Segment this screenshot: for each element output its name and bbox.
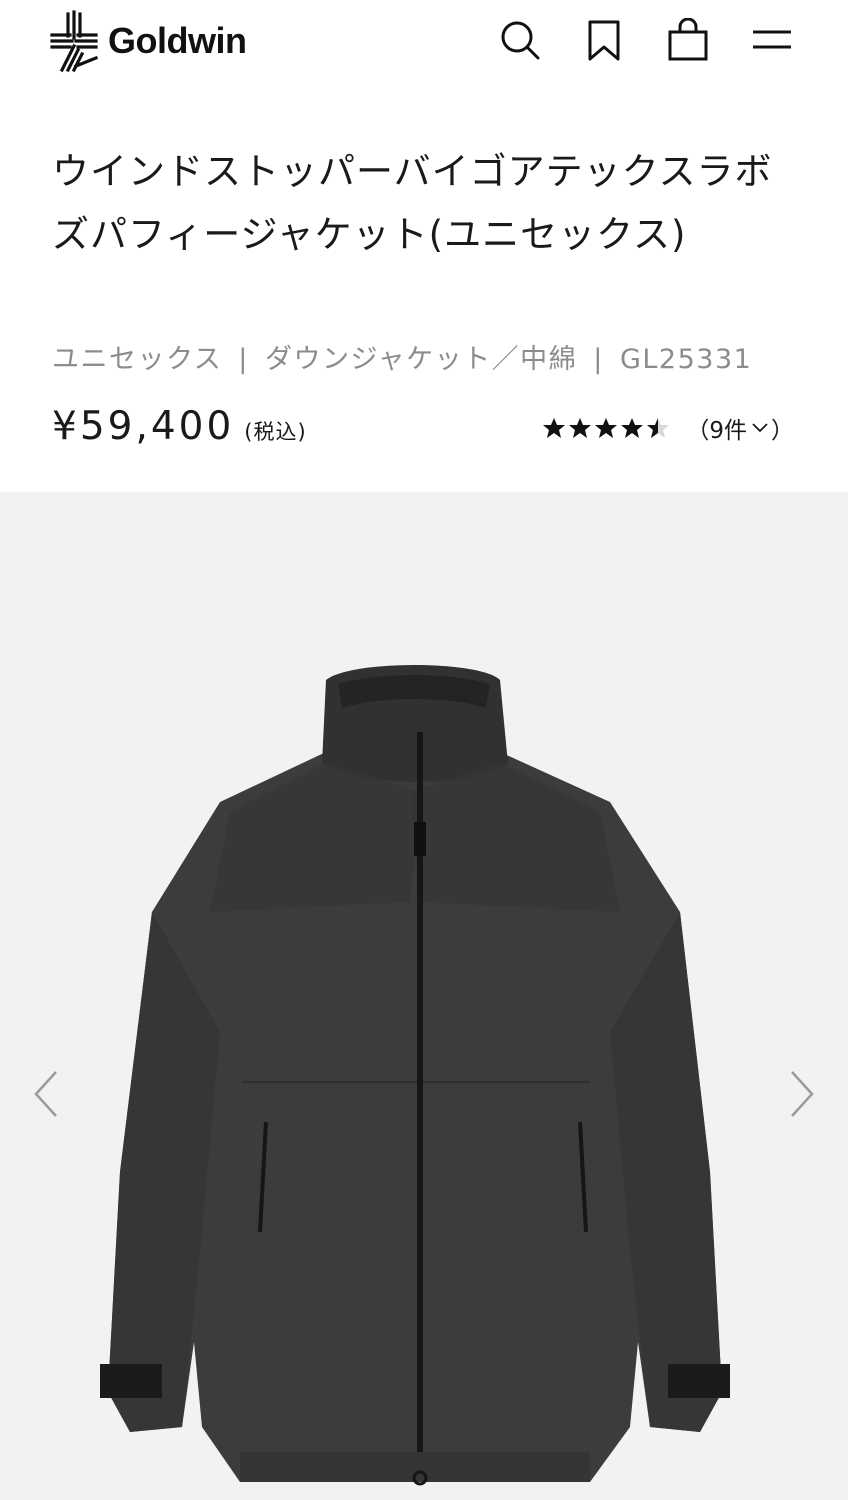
price-block: ¥59,400 (税込) [52, 404, 307, 449]
star-icon [647, 418, 670, 438]
chevron-left-icon [34, 1071, 57, 1117]
gender-label: ユニセックス [52, 344, 223, 375]
search-button[interactable] [496, 16, 544, 64]
rating-block: （9件 ） [542, 411, 794, 445]
star-icon [543, 418, 566, 438]
product-meta: ユニセックス | ダウンジャケット／中綿 | GL25331 [52, 337, 752, 376]
product-gallery [0, 492, 848, 1500]
category-label: ダウンジャケット／中綿 [265, 344, 578, 375]
menu-button[interactable] [748, 16, 796, 64]
review-count-close: ） [771, 418, 794, 444]
gallery-prev-button[interactable] [28, 1064, 64, 1124]
star-icon [569, 418, 592, 438]
chevron-right-icon [791, 1071, 814, 1117]
review-count: （9件 [686, 418, 747, 444]
product-title: ウインドストッパーバイゴアテックスラボズパフィージャケット(ユニセックス) [52, 150, 773, 256]
price-value: ¥59,400 [52, 404, 235, 449]
menu-icon [753, 30, 791, 49]
search-icon [501, 21, 540, 60]
star-icon [621, 418, 644, 438]
tax-label: (税込) [244, 420, 307, 444]
meta-separator: | [238, 344, 249, 375]
goldwin-logo-icon [50, 10, 98, 73]
site-header: Goldwin [0, 0, 848, 84]
brand-name: Goldwin [108, 20, 247, 61]
rating-stars [542, 417, 672, 439]
jacket-image [100, 665, 730, 1486]
product-code: GL25331 [619, 344, 753, 375]
chevron-down-icon [752, 423, 768, 433]
review-count-link[interactable]: （9件 ） [686, 411, 794, 445]
brand-logo[interactable]: Goldwin [50, 8, 247, 74]
meta-separator: | [593, 344, 604, 375]
cart-button[interactable] [664, 16, 712, 64]
gallery-next-button[interactable] [784, 1064, 820, 1124]
bookmark-icon [588, 20, 620, 61]
shopping-bag-icon [668, 18, 708, 61]
bookmark-button[interactable] [580, 16, 628, 64]
star-icon [595, 418, 618, 438]
